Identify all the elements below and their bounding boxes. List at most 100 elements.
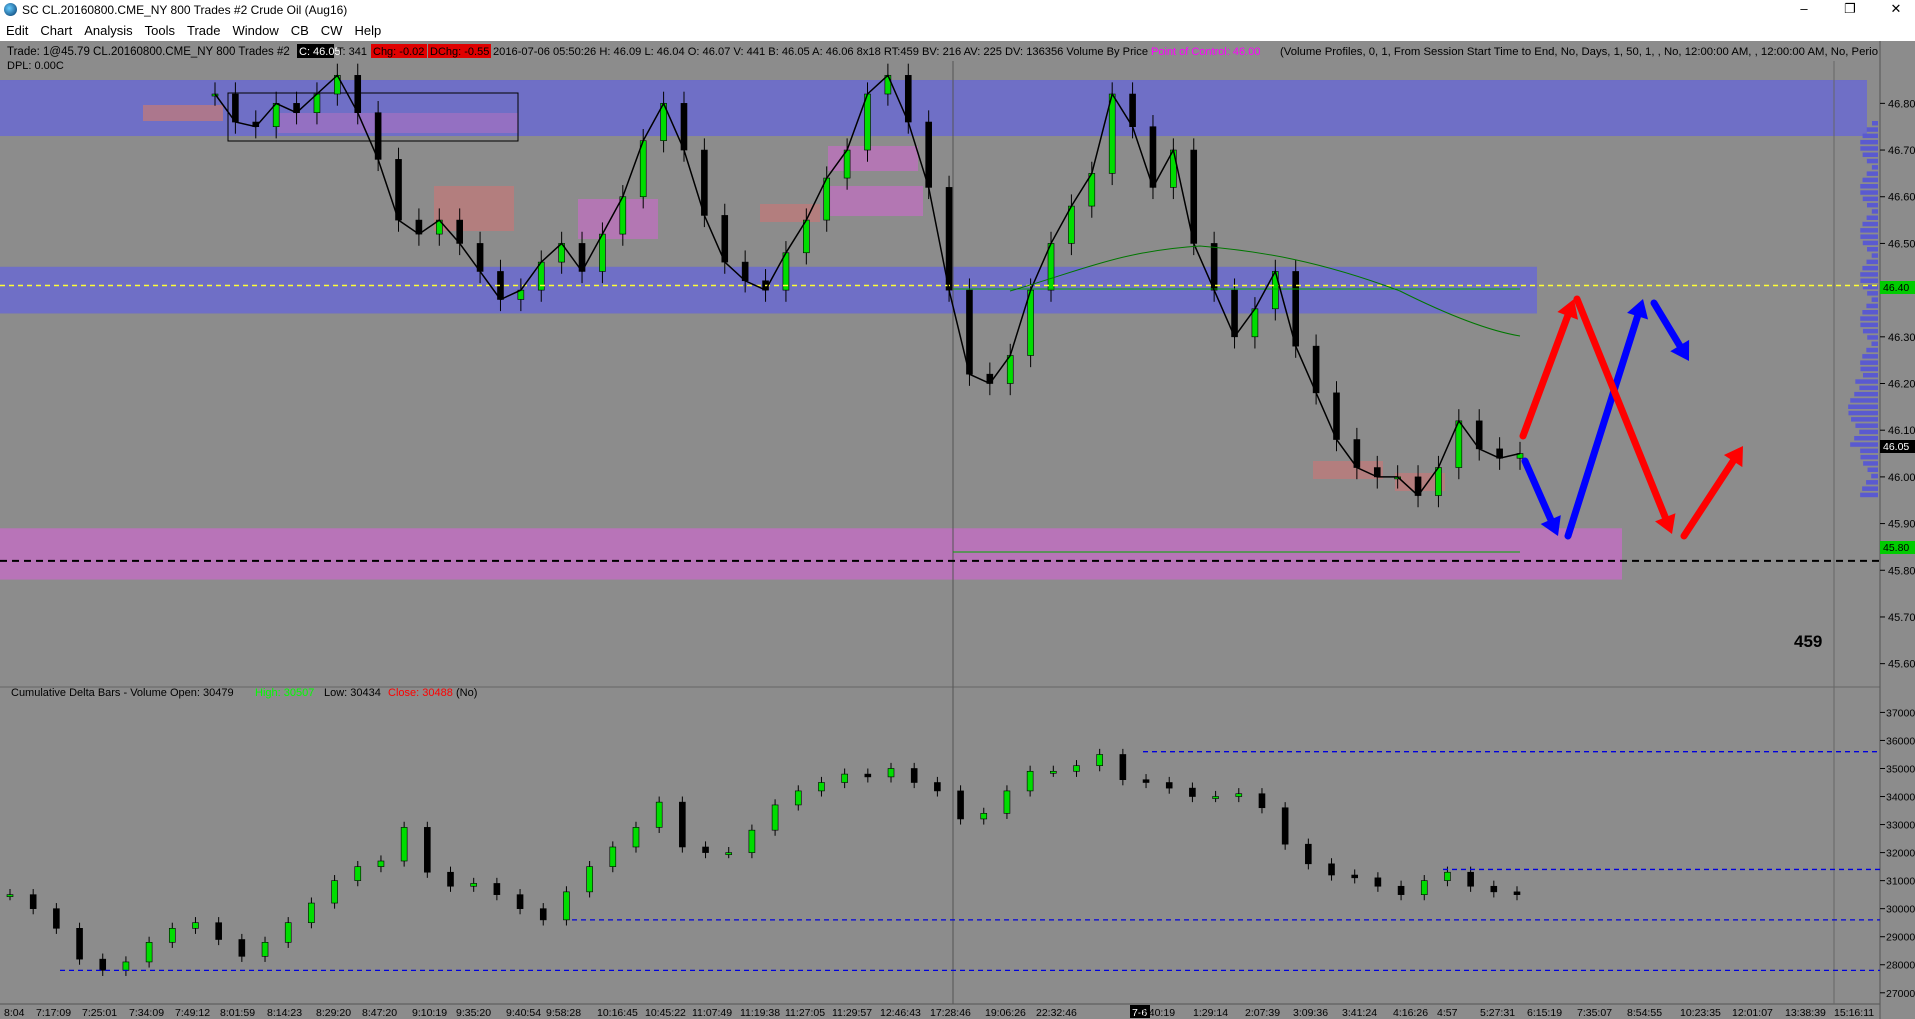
price-candle-40 bbox=[1027, 289, 1034, 356]
volume-profile-bar-17 bbox=[1860, 228, 1878, 233]
delta-candle-50 bbox=[1165, 782, 1173, 789]
delta-candle-32 bbox=[748, 829, 756, 853]
x-tick-label-31: 5:27:31 bbox=[1480, 1007, 1515, 1019]
volume-profile-bar-13 bbox=[1866, 202, 1878, 208]
delta-candle-5 bbox=[122, 961, 130, 971]
x-tick-label-18: 11:29:57 bbox=[832, 1007, 872, 1019]
price-header: Trade: 1@45.79 CL.20160800.CME_NY 800 Tr… bbox=[7, 46, 290, 58]
x-tick-label-32: 6:15:19 bbox=[1527, 1007, 1562, 1019]
volume-profile-bar-47 bbox=[1851, 417, 1878, 422]
volume-profile-bar-6 bbox=[1866, 158, 1878, 164]
menu-trade[interactable]: Trade bbox=[181, 20, 226, 41]
delta-candle-56 bbox=[1305, 843, 1312, 865]
delta-candle-40 bbox=[934, 782, 941, 792]
x-tick-label-25: 1:29:14 bbox=[1193, 1007, 1228, 1019]
delta-candle-58 bbox=[1351, 874, 1359, 879]
delta-candle-9 bbox=[215, 922, 222, 940]
menu-cw[interactable]: CW bbox=[315, 20, 349, 41]
x-tick-label-7: 8:29:20 bbox=[316, 1007, 351, 1019]
delta-tick-label-8: 29000 bbox=[1886, 932, 1915, 944]
delta-tick-label-10: 27000 bbox=[1886, 988, 1915, 1000]
delta-candle-16 bbox=[377, 860, 385, 867]
menu-chart[interactable]: Chart bbox=[34, 20, 78, 41]
price-candle-61 bbox=[1455, 420, 1463, 468]
price-candle-31 bbox=[843, 149, 851, 179]
delta-candle-0 bbox=[6, 894, 14, 897]
header-tail: (Volume Profiles, 0, 1, From Session Sta… bbox=[1280, 46, 1878, 58]
chart-area[interactable]: 46.80 46.70 46.60 46.50 46.40 46.30 46.20 46.10… bbox=[0, 41, 1915, 1019]
delta-candle-53 bbox=[1235, 793, 1243, 797]
restore-button[interactable]: ❐ bbox=[1827, 0, 1873, 20]
bar-counter: 459 bbox=[1794, 632, 1822, 651]
delta-candle-22 bbox=[516, 894, 524, 909]
sd-box-1 bbox=[278, 113, 518, 133]
menu-tools[interactable]: Tools bbox=[139, 20, 181, 41]
price-candle-25 bbox=[721, 215, 729, 263]
price-candle-19 bbox=[599, 233, 606, 272]
x-tick-label-3: 7:34:09 bbox=[129, 1007, 164, 1019]
price-candle-53 bbox=[1292, 271, 1300, 347]
delta-candle-46 bbox=[1073, 765, 1080, 772]
delta-candle-3 bbox=[76, 927, 83, 960]
delta-candle-20 bbox=[470, 883, 477, 887]
close-button[interactable]: ✕ bbox=[1873, 0, 1915, 20]
volume-profile-bar-36 bbox=[1866, 347, 1878, 353]
delta-candle-18 bbox=[424, 827, 431, 873]
x-tick-label-30: 4:57 bbox=[1437, 1007, 1458, 1019]
delta-low: Low: 30434 bbox=[324, 687, 381, 699]
x-tick-label-38: 15:16:11 bbox=[1834, 1007, 1874, 1019]
delta-candle-17 bbox=[400, 827, 408, 862]
delta-candle-8 bbox=[192, 922, 199, 929]
price-header-prefix: Trade: 1@45.79 CL.20160800.CME_NY 800 Tr… bbox=[7, 46, 290, 58]
volume-profile-bar-19 bbox=[1862, 240, 1878, 246]
price-candle-37 bbox=[966, 289, 973, 375]
menu-analysis[interactable]: Analysis bbox=[78, 20, 138, 41]
volume-profile-bar-58 bbox=[1862, 486, 1878, 491]
volume-profile-bar-42 bbox=[1859, 385, 1878, 391]
dchg-badge: DChg: -0.55 bbox=[430, 46, 489, 58]
x-tick-label-8: 8:47:20 bbox=[362, 1007, 397, 1019]
chart-svg[interactable]: 46.80 46.70 46.60 46.50 46.40 46.30 46.20 46.10… bbox=[0, 41, 1915, 1019]
menu-help[interactable]: Help bbox=[348, 20, 387, 41]
volume-profile-bar-38 bbox=[1860, 360, 1878, 365]
menu-edit[interactable]: Edit bbox=[0, 20, 34, 41]
price-tick-label-12: 45.60 bbox=[1888, 659, 1915, 671]
price-candle-34 bbox=[904, 75, 912, 123]
volume-profile-bar-51 bbox=[1850, 442, 1878, 447]
delta-candle-4 bbox=[99, 958, 107, 971]
delta-candle-10 bbox=[238, 939, 246, 957]
delta-candle-59 bbox=[1374, 877, 1382, 887]
x-tick-label-27: 3:09:36 bbox=[1293, 1007, 1328, 1019]
delta-candle-62 bbox=[1444, 871, 1451, 881]
delta-candle-55 bbox=[1281, 807, 1289, 845]
volume-profile-bar-15 bbox=[1866, 215, 1878, 220]
volume-profile-bar-34 bbox=[1867, 335, 1878, 340]
delta-tick-label-3: 34000 bbox=[1886, 792, 1915, 804]
delta-candle-42 bbox=[980, 813, 988, 820]
sd-box-6 bbox=[760, 204, 820, 222]
delta-candle-65 bbox=[1513, 891, 1521, 895]
volume-profile-bar-21 bbox=[1871, 253, 1878, 258]
delta-candle-27 bbox=[632, 827, 640, 848]
price-tick-label-1: 46.70 bbox=[1888, 145, 1915, 157]
volume-profile-bar-53 bbox=[1860, 454, 1878, 460]
volume-profile-bar-55 bbox=[1867, 467, 1878, 472]
menu-window[interactable]: Window bbox=[226, 20, 284, 41]
t-count: T: 341 bbox=[337, 46, 367, 58]
delta-candle-26 bbox=[609, 846, 617, 867]
volume-profile-bar-23 bbox=[1862, 265, 1878, 271]
x-tick-label-20: 17:28:46 bbox=[930, 1007, 971, 1019]
volume-profile-bar-31 bbox=[1860, 316, 1878, 321]
menu-cb[interactable]: CB bbox=[285, 20, 315, 41]
x-tick-label-34: 8:54:55 bbox=[1627, 1007, 1662, 1019]
price-tick-label-5: 46.30 bbox=[1888, 332, 1915, 344]
x-tick-label-10: 9:35:20 bbox=[456, 1007, 491, 1019]
price-candle-49 bbox=[1210, 243, 1218, 291]
price-candle-28 bbox=[782, 252, 790, 291]
minimize-button[interactable]: – bbox=[1781, 0, 1827, 20]
volume-profile-bar-2 bbox=[1862, 133, 1878, 139]
price-candle-44 bbox=[1108, 93, 1116, 174]
sd-box-5 bbox=[828, 186, 923, 216]
price-tick-label-6: 46.20 bbox=[1888, 379, 1915, 391]
price-candle-62 bbox=[1475, 420, 1483, 450]
